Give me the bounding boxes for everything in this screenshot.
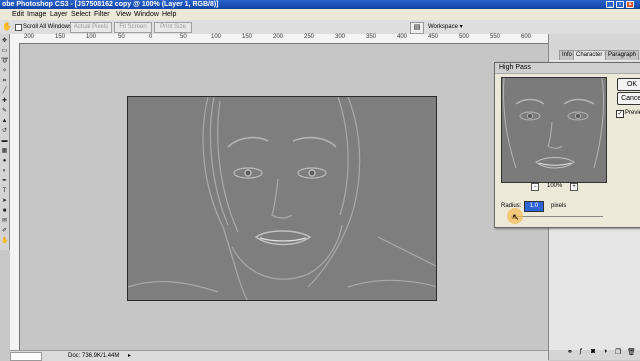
history-brush-icon[interactable]: ↺ bbox=[1, 128, 8, 135]
title-bar: obe Photoshop CS3 - [JS7508162 copy @ 10… bbox=[0, 0, 640, 9]
image-canvas[interactable] bbox=[127, 96, 437, 301]
link-icon[interactable]: ⚭ bbox=[567, 348, 573, 356]
workspace-menu[interactable]: Workspace ▾ bbox=[428, 23, 463, 31]
ok-button[interactable]: OK bbox=[617, 78, 640, 91]
ruler-tick: 0 bbox=[149, 34, 153, 40]
clone-stamp-icon[interactable]: ▲ bbox=[1, 118, 8, 125]
ruler-tick: 500 bbox=[459, 34, 470, 40]
crop-tool-icon[interactable]: ⌗ bbox=[1, 78, 8, 85]
ruler-tick: 550 bbox=[490, 34, 501, 40]
status-bar: Doc: 736.9K/1.44M ▸ bbox=[10, 350, 548, 361]
radius-unit: pixels bbox=[551, 203, 567, 209]
menu-view[interactable]: View bbox=[116, 10, 131, 19]
zoom-out-button[interactable]: − bbox=[531, 183, 539, 191]
menu-layer[interactable]: Layer bbox=[50, 10, 68, 19]
cancel-button[interactable]: Cancel bbox=[617, 92, 640, 105]
gradient-tool-icon[interactable]: ▦ bbox=[1, 148, 8, 155]
ruler-tick: 300 bbox=[335, 34, 346, 40]
ruler-tick: 350 bbox=[366, 34, 377, 40]
ruler-tick: 200 bbox=[24, 34, 35, 40]
status-arrow-icon[interactable]: ▸ bbox=[128, 352, 131, 360]
menu-window[interactable]: Window bbox=[134, 10, 159, 19]
eyedropper-icon[interactable]: ✐ bbox=[1, 228, 8, 235]
radius-input[interactable]: 1.0 bbox=[524, 201, 544, 212]
preview-face-image bbox=[502, 78, 606, 182]
healing-brush-icon[interactable]: ✚ bbox=[1, 98, 8, 105]
ruler-tick: 50 bbox=[180, 34, 187, 40]
path-selection-icon[interactable]: ➤ bbox=[1, 198, 8, 205]
print-size-button[interactable]: Print Size bbox=[154, 22, 192, 33]
magic-wand-icon[interactable]: ✧ bbox=[1, 68, 8, 75]
scroll-all-windows-checkbox[interactable] bbox=[15, 24, 22, 31]
ruler-tick: 100 bbox=[86, 34, 97, 40]
ruler-tick: 450 bbox=[428, 34, 439, 40]
pen-tool-icon[interactable]: ✒ bbox=[1, 178, 8, 185]
menu-image[interactable]: Image bbox=[27, 10, 46, 19]
ruler-tick: 150 bbox=[55, 34, 66, 40]
tab-paragraph[interactable]: Paragraph bbox=[605, 50, 640, 60]
options-bar: ✋ Scroll All Windows Actual Pixels Fit S… bbox=[0, 20, 640, 35]
filter-preview[interactable] bbox=[501, 77, 607, 183]
vertical-ruler bbox=[10, 43, 20, 350]
fit-screen-button[interactable]: Fit Screen bbox=[114, 22, 152, 33]
ruler-tick: 100 bbox=[211, 34, 222, 40]
trash-icon[interactable]: 🗑 bbox=[627, 348, 636, 356]
high-pass-portrait-image bbox=[128, 97, 436, 300]
new-layer-icon[interactable]: ❐ bbox=[615, 348, 621, 356]
move-tool-icon[interactable]: ✥ bbox=[1, 38, 8, 45]
ruler-tick: 600 bbox=[521, 34, 532, 40]
adjustment-icon[interactable]: ◑ bbox=[603, 348, 607, 355]
horizontal-ruler: 200 150 100 50 0 50 100 150 200 250 300 … bbox=[10, 34, 548, 44]
type-tool-icon[interactable]: T bbox=[1, 188, 8, 195]
shape-tool-icon[interactable]: ■ bbox=[1, 208, 8, 215]
high-pass-dialog: High Pass − 100% + OK Cancel ✓ Preview R… bbox=[494, 62, 640, 228]
hand-tool-icon[interactable]: ✋ bbox=[2, 22, 12, 31]
dialog-title: High Pass bbox=[499, 64, 531, 71]
toolbox: ✥ ▭ ➰ ✧ ⌗ ╱ ✚ ✎ ▲ ↺ ▬ ▦ ● ◐ ✒ T ➤ ■ ✉ ✐ … bbox=[0, 34, 10, 250]
menu-filter[interactable]: Filter bbox=[94, 10, 110, 19]
preview-label: Preview bbox=[625, 110, 640, 116]
doc-size-info: Doc: 736.9K/1.44M bbox=[68, 353, 120, 359]
menu-edit[interactable]: Edit bbox=[12, 10, 24, 19]
scroll-all-windows-label: Scroll All Windows bbox=[23, 24, 73, 30]
ruler-tick: 200 bbox=[273, 34, 284, 40]
radius-slider[interactable] bbox=[511, 216, 603, 217]
zoom-in-button[interactable]: + bbox=[570, 183, 578, 191]
mask-icon[interactable]: ◙ bbox=[591, 348, 595, 355]
slice-tool-icon[interactable]: ╱ bbox=[1, 88, 8, 95]
dodge-tool-icon[interactable]: ◐ bbox=[1, 168, 8, 175]
actual-pixels-button[interactable]: Actual Pixels bbox=[70, 22, 112, 33]
maximize-button[interactable]: ▫ bbox=[616, 1, 624, 8]
window-title: obe Photoshop CS3 - [JS7508162 copy @ 10… bbox=[2, 1, 219, 8]
dialog-title-bar: High Pass bbox=[495, 63, 640, 74]
preview-checkbox[interactable]: ✓ bbox=[616, 110, 624, 118]
minimize-button[interactable]: _ bbox=[606, 1, 614, 8]
ruler-tick: 400 bbox=[397, 34, 408, 40]
bridge-icon[interactable]: ▤ bbox=[410, 22, 424, 34]
notes-tool-icon[interactable]: ✉ bbox=[1, 218, 8, 225]
fx-icon[interactable]: ƒ bbox=[579, 348, 583, 355]
eraser-tool-icon[interactable]: ▬ bbox=[1, 138, 8, 145]
ruler-tick: 50 bbox=[118, 34, 125, 40]
mouse-pointer-icon: ↖ bbox=[512, 212, 520, 222]
close-button[interactable]: × bbox=[626, 1, 634, 8]
menu-select[interactable]: Select bbox=[71, 10, 90, 19]
ruler-tick: 150 bbox=[242, 34, 253, 40]
blur-tool-icon[interactable]: ● bbox=[1, 158, 8, 165]
hand-tool-small-icon[interactable]: ✋ bbox=[1, 238, 8, 245]
ruler-tick: 250 bbox=[304, 34, 315, 40]
menu-help[interactable]: Help bbox=[162, 10, 176, 19]
marquee-tool-icon[interactable]: ▭ bbox=[1, 48, 8, 55]
lasso-tool-icon[interactable]: ➰ bbox=[1, 58, 8, 65]
brush-tool-icon[interactable]: ✎ bbox=[1, 108, 8, 115]
zoom-level: 100% bbox=[547, 183, 563, 189]
